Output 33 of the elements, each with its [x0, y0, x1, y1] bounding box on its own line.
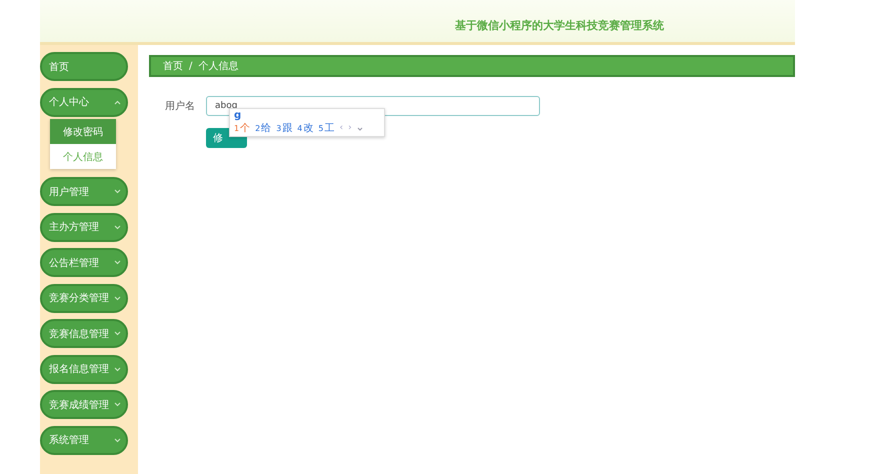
menu-item[interactable]: 用户管理	[40, 177, 128, 206]
chevron-icon	[114, 331, 121, 336]
breadcrumb-link[interactable]: 个人信息	[198, 59, 238, 73]
next-page-button[interactable]: ›	[348, 122, 352, 135]
chevron-icon	[114, 402, 121, 407]
candidate[interactable]: 2给	[255, 122, 272, 135]
chevron-icon	[114, 438, 121, 442]
menu-item[interactable]: 首页	[40, 52, 128, 81]
submenu-item[interactable]: 个人信息	[50, 144, 116, 169]
candidate[interactable]: 3跟	[276, 122, 292, 135]
app-title: 基于微信小程序的大学生科技竞赛管理系统	[455, 18, 664, 33]
breadcrumb-link[interactable]: 首页	[163, 59, 183, 73]
menu-item[interactable]: 竞赛分类管理	[40, 284, 128, 312]
menu-item[interactable]: 竞赛成绩管理	[40, 390, 128, 419]
chevron-icon	[114, 296, 121, 300]
breadcrumb-separator: /	[189, 60, 192, 72]
chevron-icon	[114, 366, 121, 372]
submenu-item[interactable]: 修改密码	[50, 119, 116, 144]
chevron-icon	[114, 100, 121, 104]
menu-item[interactable]: 公告栏管理	[40, 248, 128, 277]
menu-item[interactable]: 主办方管理	[40, 212, 128, 242]
menu-item[interactable]: 系统管理	[40, 426, 128, 454]
field-label: 用户名	[164, 100, 195, 113]
menu-item[interactable]: 竞赛信息管理	[40, 319, 128, 348]
chevron-icon	[114, 224, 121, 230]
chevron-icon	[114, 260, 121, 265]
expand-icon[interactable]	[356, 126, 363, 130]
candidate[interactable]: 4 改	[297, 122, 314, 135]
menu-item[interactable]: 个人中心	[40, 88, 128, 116]
candidate[interactable]: 5工	[318, 122, 334, 135]
chevron-icon	[114, 189, 121, 194]
prev-page-button[interactable]: ‹	[339, 122, 344, 135]
menu-item[interactable]: 报名信息管理	[40, 354, 128, 384]
